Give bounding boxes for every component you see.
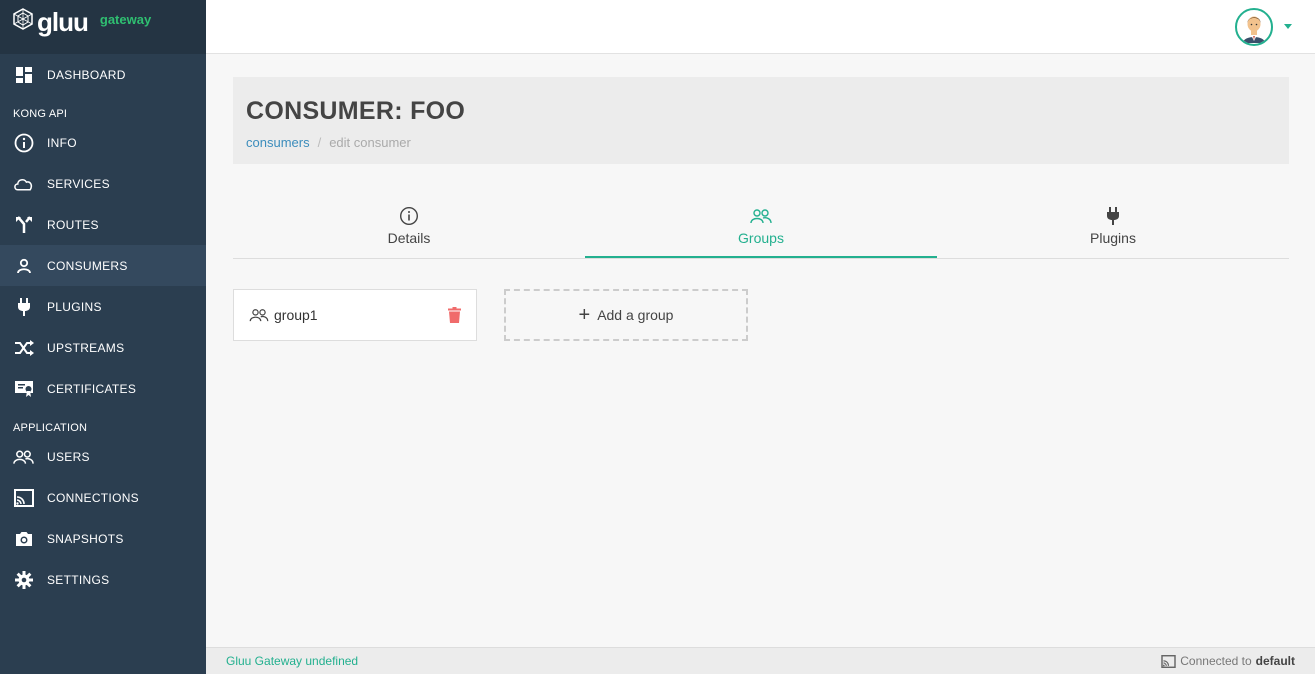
sidebar-item-settings[interactable]: SETTINGS (0, 559, 206, 600)
dashboard-icon (13, 65, 34, 85)
cast-icon (1161, 654, 1176, 668)
sidebar-item-services[interactable]: SERVICES (0, 163, 206, 204)
group-card: group1 (233, 289, 477, 341)
sidebar-item-label: DASHBOARD (47, 67, 126, 82)
sidebar-item-info[interactable]: INFO (0, 122, 206, 163)
groups-icon (249, 308, 269, 322)
sidebar-item-label: CONSUMERS (47, 258, 128, 273)
info-icon (13, 133, 34, 153)
connection-name: default (1255, 654, 1295, 668)
breadcrumb-separator: / (317, 135, 322, 150)
plug-icon (1106, 206, 1120, 226)
section-kong-api: KONG API (13, 108, 68, 120)
sidebar-item-plugins[interactable]: PLUGINS (0, 286, 206, 327)
brand-sub: gateway (99, 12, 152, 27)
tab-details[interactable]: Details (233, 196, 585, 258)
trash-icon[interactable] (448, 307, 461, 323)
add-group-label: Add a group (597, 307, 674, 323)
page-header: CONSUMER: FOO consumers / edit consumer (233, 77, 1289, 164)
topbar (206, 0, 1315, 54)
certificate-icon (13, 379, 34, 399)
sidebar-item-label: SNAPSHOTS (47, 531, 124, 546)
sidebar-item-label: INFO (47, 135, 77, 150)
cloud-icon (13, 174, 34, 194)
user-icon (13, 256, 34, 276)
connection-status: Connected to default (1161, 654, 1295, 668)
tab-label: Groups (738, 230, 784, 246)
info-icon (399, 206, 419, 226)
tab-bar: Details Groups Plugins (233, 196, 1289, 259)
sidebar-item-label: PLUGINS (47, 299, 102, 314)
brand-name: gluu (37, 6, 89, 37)
chevron-down-icon[interactable] (1284, 24, 1292, 29)
user-avatar[interactable] (1235, 8, 1273, 46)
sidebar-item-snapshots[interactable]: SNAPSHOTS (0, 518, 206, 559)
sidebar-item-label: CERTIFICATES (47, 381, 137, 396)
sidebar-item-label: UPSTREAMS (47, 340, 125, 355)
sidebar-item-routes[interactable]: ROUTES (0, 204, 206, 245)
sidebar-item-users[interactable]: USERS (0, 436, 206, 477)
groups-icon (750, 206, 772, 226)
footer-version: Gluu Gateway undefined (226, 654, 359, 668)
sidebar-item-upstreams[interactable]: UPSTREAMS (0, 327, 206, 368)
camera-icon (13, 529, 34, 549)
tab-label: Details (387, 230, 431, 246)
sidebar-item-consumers[interactable]: CONSUMERS (0, 245, 206, 286)
users-icon (13, 447, 34, 467)
footer: Gluu Gateway undefined Connected to defa… (206, 647, 1315, 674)
plus-icon: + (578, 304, 591, 326)
routes-icon (13, 215, 34, 235)
gear-icon (13, 570, 34, 590)
breadcrumb: consumers / edit consumer (246, 135, 1276, 150)
sidebar-item-label: SETTINGS (47, 572, 110, 587)
sidebar-item-label: CONNECTIONS (47, 490, 139, 505)
breadcrumb-current: edit consumer (329, 135, 411, 150)
section-application: APPLICATION (13, 422, 88, 434)
tab-label: Plugins (1090, 230, 1136, 246)
tab-plugins[interactable]: Plugins (937, 196, 1289, 258)
sidebar-item-dashboard[interactable]: DASHBOARD (0, 54, 206, 95)
tab-groups[interactable]: Groups (585, 196, 937, 258)
page-title: CONSUMER: FOO (246, 97, 466, 125)
sidebar-item-certificates[interactable]: CERTIFICATES (0, 368, 206, 409)
sidebar-item-label: ROUTES (47, 217, 99, 232)
sidebar-item-label: SERVICES (47, 176, 110, 191)
sidebar-item-connections[interactable]: CONNECTIONS (0, 477, 206, 518)
sidebar-item-label: USERS (47, 449, 90, 464)
add-group-button[interactable]: + Add a group (504, 289, 748, 341)
cast-icon (13, 488, 34, 508)
breadcrumb-link-consumers[interactable]: consumers (246, 135, 310, 150)
group-name: group1 (274, 307, 318, 323)
connection-label: Connected to (1180, 654, 1252, 668)
sidebar: gluu gateway DASHBOARD KONG API INFO SER… (0, 0, 206, 674)
brand[interactable]: gluu gateway (0, 0, 206, 54)
gluu-logo-icon (12, 8, 34, 35)
plug-icon (13, 297, 34, 317)
shuffle-icon (13, 338, 34, 358)
